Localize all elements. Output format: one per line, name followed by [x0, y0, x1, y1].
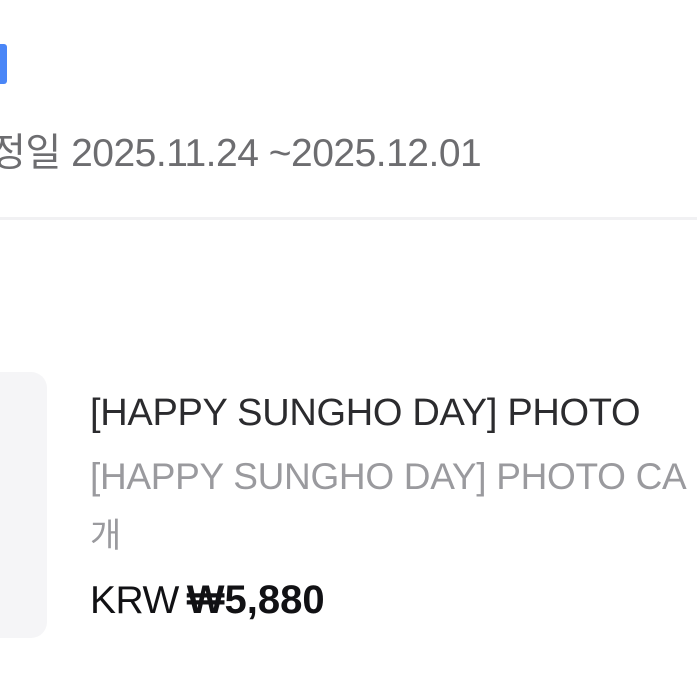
order-item-view: 정일 2025.11.24 ~2025.12.01 [HAPPY SUNGHO …	[0, 0, 697, 697]
currency-label: KRW	[90, 579, 179, 622]
product-thumbnail[interactable]	[0, 372, 47, 638]
section-divider	[0, 217, 697, 220]
status-tag	[0, 44, 7, 84]
price-amount: ₩5,880	[186, 578, 325, 622]
product-quantity: 개	[90, 517, 122, 555]
product-title[interactable]: [HAPPY SUNGHO DAY] PHOTO	[90, 392, 641, 435]
product-price: KRW ₩5,880	[90, 578, 325, 623]
schedule-date-range: 정일 2025.11.24 ~2025.12.01	[0, 132, 482, 175]
product-option: [HAPPY SUNGHO DAY] PHOTO CA	[90, 456, 687, 497]
